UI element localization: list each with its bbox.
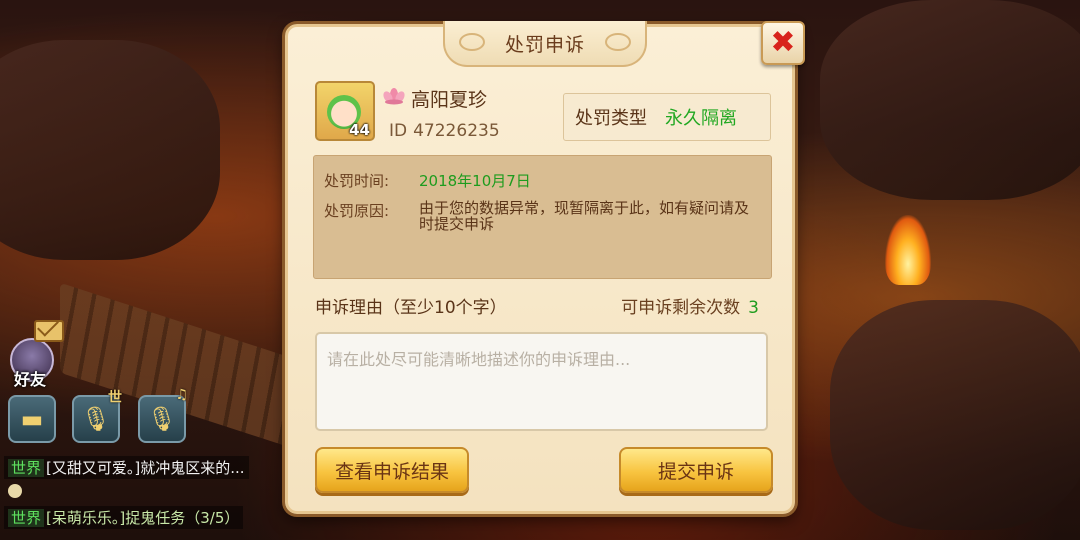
player-avatar: 44	[315, 81, 375, 141]
chat-bubble-icon: ▬	[20, 405, 44, 433]
penalty-reason-value: 由于您的数据异常，现暂隔离于此，如有疑问请及时提交申诉	[419, 199, 750, 233]
friends-button[interactable]: 好友	[6, 320, 64, 389]
remaining-appeals-label: 可申诉剩余次数	[621, 298, 741, 318]
background-fire	[885, 215, 931, 285]
world-voice-tag: 世	[108, 390, 122, 406]
penalty-reason-label: 处罚原因:	[324, 202, 390, 220]
player-level: 44	[349, 121, 370, 139]
penalty-info-box: 处罚时间: 2018年10月7日 处罚原因: 由于您的数据异常，现暂隔离于此，如…	[313, 155, 772, 279]
chat-message[interactable]: 世界 [呆萌乐乐。]捉鬼任务（3/5）	[4, 506, 244, 529]
mail-icon[interactable]	[34, 320, 64, 342]
chat-channel-tag: 世界	[8, 509, 45, 527]
microphone-icon: 🎙	[146, 405, 178, 433]
dialog-title: 处罚申诉	[504, 33, 585, 56]
close-button[interactable]: ✖	[761, 21, 805, 65]
player-id: ID 47226235	[389, 121, 500, 141]
chat-button[interactable]: ▬	[8, 395, 56, 443]
team-voice-tag: ♫	[175, 387, 188, 403]
penalty-time-label: 处罚时间:	[324, 172, 390, 190]
appeal-reason-label: 申诉理由（至少10个字）	[315, 298, 507, 318]
appeal-reason-input[interactable]	[315, 332, 768, 431]
team-voice-button[interactable]: 🎙 ♫	[138, 387, 188, 443]
friends-label: 好友	[14, 370, 47, 389]
remaining-appeals-count: 3	[748, 298, 759, 318]
microphone-icon: 🎙	[80, 405, 112, 433]
submit-appeal-button[interactable]: 提交申诉	[619, 447, 773, 493]
player-name: 高阳夏珍	[411, 89, 488, 111]
chat-channel-tag: 世界	[8, 459, 45, 477]
lotus-icon	[383, 88, 405, 105]
world-voice-button[interactable]: 🎙 世	[72, 390, 122, 443]
penalty-type-value: 永久隔离	[665, 108, 737, 129]
player-id-prefix: ID	[389, 121, 408, 141]
penalty-type-label: 处罚类型	[575, 108, 647, 129]
dialog-title-plate: 处罚申诉	[443, 21, 647, 67]
background-rock	[820, 0, 1080, 200]
chat-text: [又甜又可爱。]就冲鬼区来的...	[46, 459, 245, 477]
penalty-type-box: 处罚类型 永久隔离	[563, 93, 771, 141]
player-id-value: 47226235	[413, 121, 500, 141]
chat-text: [呆萌乐乐。]捉鬼任务（3/5）	[46, 509, 240, 527]
background-rock	[830, 300, 1080, 530]
close-icon: ✖	[770, 25, 796, 60]
background-rock	[0, 40, 220, 260]
remaining-appeals: 可申诉剩余次数 3	[621, 293, 759, 318]
view-appeal-results-button[interactable]: 查看申诉结果	[315, 447, 469, 493]
emoji-icon[interactable]	[8, 484, 22, 498]
penalty-time-value: 2018年10月7日	[419, 172, 531, 190]
penalty-appeal-dialog: 处罚申诉 ✖ 44 高阳夏珍 ID 47226235 处罚类型 永久隔离 处罚时间…	[285, 21, 805, 514]
chat-message[interactable]: 世界 [又甜又可爱。]就冲鬼区来的...	[4, 456, 249, 479]
